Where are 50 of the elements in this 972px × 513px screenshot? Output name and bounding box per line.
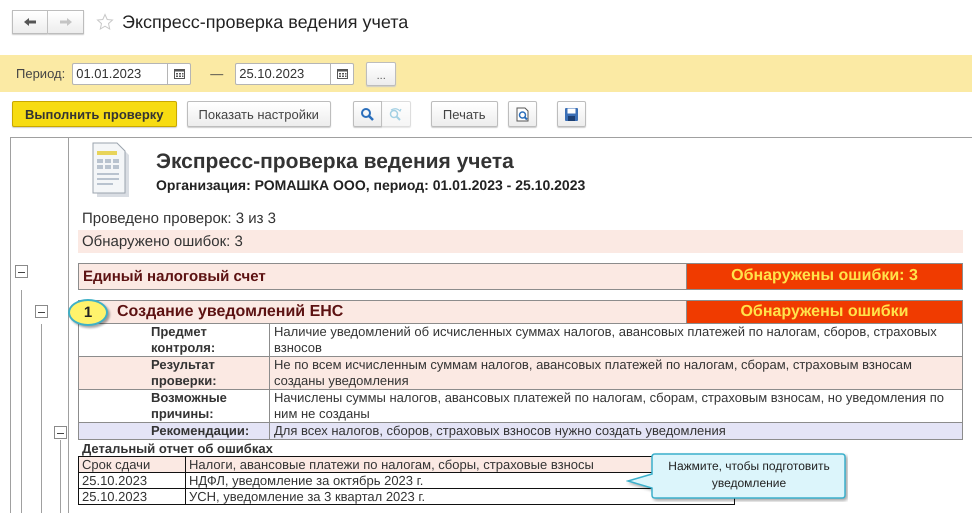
more-button[interactable]: ... [366,62,396,86]
detail-value: Для всех налогов, сборов, страховых взносов нужно создать уведомления [273,423,727,439]
search-icon [360,106,375,122]
detail-label: Предмет контроля: [79,324,270,356]
calendar-icon [174,68,185,79]
section-title: Единый налоговый счет [82,267,267,287]
tree-toggle[interactable] [54,426,67,439]
star-icon[interactable] [96,13,114,31]
errors-count: Обнаружено ошибок: 3 [78,230,963,253]
detail-value: Наличие уведомлений об исчисленных суммах налогов, авансовых платежей по налогам, сборов, страховых взносов [273,324,938,356]
toolbar-button[interactable]: Показать настройки [186,101,331,127]
detail-value: Начислены суммы налогов, авансовых платежей по налогам, сборам, страховым взносам, но уведомления по ним не созданы [273,390,945,422]
number-badge: 1 [68,299,108,326]
save-icon [564,106,579,122]
forward-arrow-icon [58,16,74,28]
detail-label: Результат проверки: [79,357,270,389]
tree-toggle[interactable] [35,305,48,318]
back-button[interactable] [12,10,48,34]
window-title: Экспресс-проверка ведения учета [122,12,408,32]
report-title: Экспресс-проверка ведения учета [156,149,515,175]
detail-report-title: Детальный отчет об ошибках [81,440,274,456]
back-arrow-icon [22,16,38,28]
date-field[interactable]: 01.01.2023 [72,62,168,84]
preview-icon [514,106,530,122]
detail-label: Рекомендации: [79,423,270,439]
toolbar-button[interactable]: Печать [430,101,498,127]
checks-count: Проведено проверок: 3 из 3 [81,209,277,229]
run-check-button[interactable]: Выполнить проверку [12,101,176,127]
period-label: Период: [16,66,66,81]
error-status: Обнаружены ошибки: 3 [686,264,962,289]
detail-label: Возможные причины: [79,390,270,422]
document-drawing [91,141,131,199]
calendar-button[interactable] [330,62,354,84]
check-title: Создание уведомлений ЕНС [117,302,344,322]
table-cell[interactable]: 25.10.2023 [78,488,186,504]
error-status: Обнаружены ошибки [686,301,962,323]
preview-button[interactable] [508,101,537,127]
detail-value: Не по всем исчисленным суммам налогов, авансовых платежей по налогам, сборам, страховым взносам созданы уведомления [273,357,913,389]
report-subtitle: Организация: РОМАШКА ООО, период: 01.01.2023 - 25.10.2023 [156,176,586,195]
search-button[interactable] [352,101,382,127]
hint-tooltip: Нажмите, чтобы подготовить уведомление [626,452,848,502]
calendar-button[interactable] [167,62,192,84]
calendar-icon [336,68,348,79]
date-field[interactable]: 25.10.2023 [235,62,330,84]
table-cell[interactable]: 25.10.2023 [78,472,186,488]
period-separator: — [210,66,224,81]
save-button[interactable] [556,101,586,127]
column-header: Срок сдачи [78,456,186,472]
search-next-icon [388,106,404,122]
tree-toggle[interactable] [15,265,28,278]
